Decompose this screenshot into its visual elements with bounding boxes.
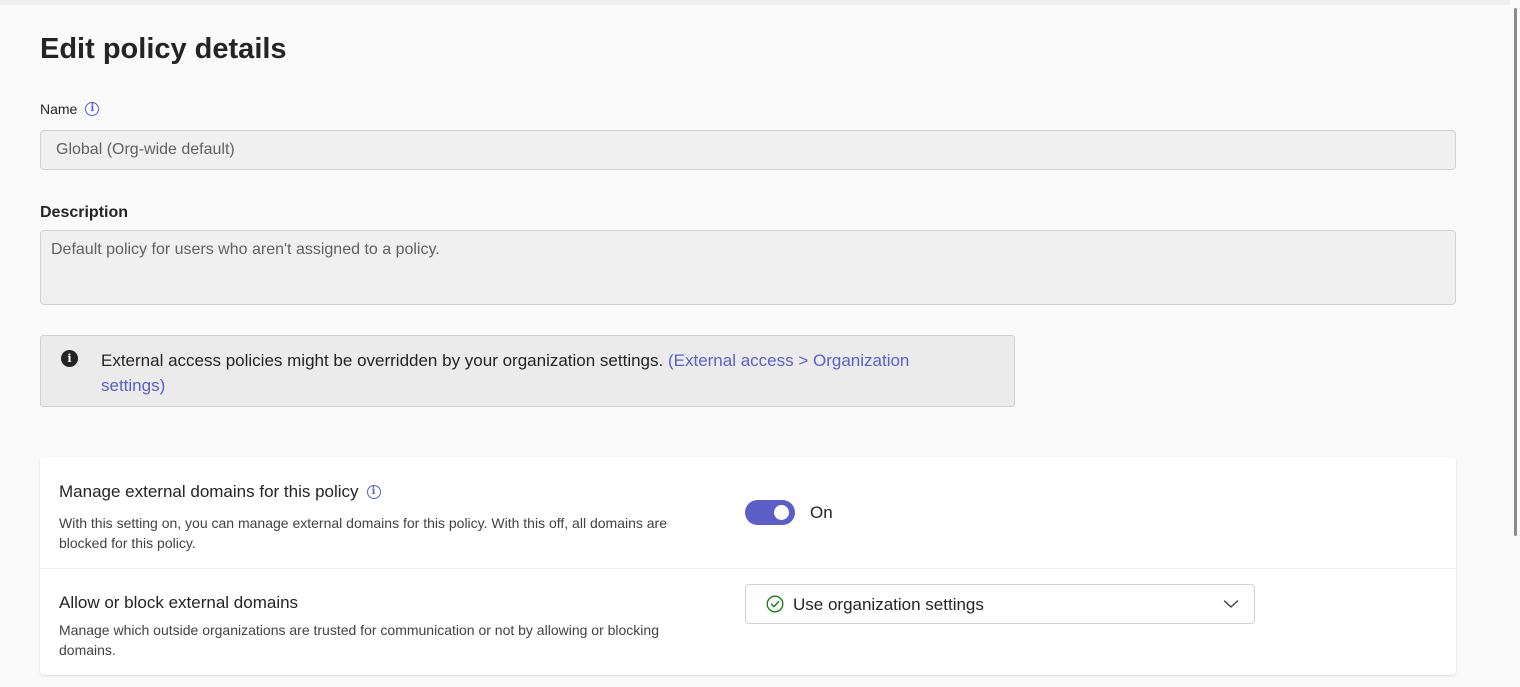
dropdown-selected-value: Use organization settings bbox=[793, 595, 984, 614]
info-filled-icon: i bbox=[61, 350, 78, 367]
description-value: Default policy for users who aren't assi… bbox=[51, 241, 440, 258]
allow-block-title: Allow or block external domains bbox=[59, 593, 299, 612]
notice-text: External access policies might be overri… bbox=[101, 351, 668, 370]
name-field[interactable]: Global (Org-wide default) bbox=[40, 130, 1456, 170]
row-divider bbox=[40, 568, 1456, 569]
manage-domains-title-row: Manage external domains for this policy … bbox=[59, 482, 381, 502]
manage-domains-description: With this setting on, you can manage ext… bbox=[59, 515, 667, 551]
manage-domains-toggle[interactable] bbox=[745, 500, 795, 525]
org-settings-notice: i External access policies might be over… bbox=[40, 335, 1015, 407]
allow-block-description: Manage which outside organizations are t… bbox=[59, 622, 659, 658]
description-label: Description bbox=[40, 204, 129, 221]
allow-block-dropdown[interactable]: Use organization settings bbox=[745, 584, 1255, 624]
name-label-row: Name i bbox=[40, 101, 100, 117]
check-circle-icon bbox=[766, 595, 784, 613]
name-label: Name bbox=[40, 101, 78, 117]
notice-text-block: External access policies might be overri… bbox=[101, 348, 961, 398]
chevron-down-icon bbox=[1223, 600, 1239, 608]
name-value: Global (Org-wide default) bbox=[56, 141, 235, 158]
top-strip bbox=[0, 0, 1510, 5]
scrollbar-thumb[interactable] bbox=[1514, 8, 1517, 536]
info-icon[interactable]: i bbox=[366, 485, 381, 499]
settings-card: Manage external domains for this policy … bbox=[40, 457, 1456, 675]
toggle-state-label: On bbox=[810, 503, 833, 522]
manage-domains-title: Manage external domains for this policy bbox=[59, 482, 359, 501]
toggle-knob bbox=[774, 505, 789, 520]
page-title: Edit policy details bbox=[40, 33, 287, 65]
info-icon[interactable]: i bbox=[85, 102, 100, 116]
description-field[interactable]: Default policy for users who aren't assi… bbox=[40, 230, 1456, 305]
allow-block-title-row: Allow or block external domains bbox=[59, 593, 298, 613]
